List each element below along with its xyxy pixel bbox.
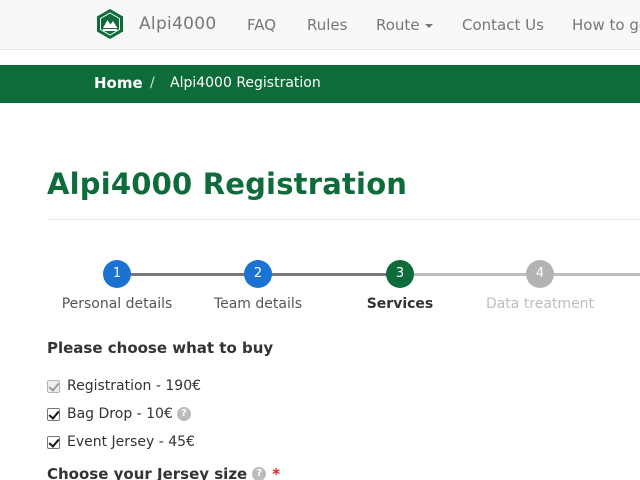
step-3-circle[interactable]: 3 <box>386 260 414 288</box>
registration-checkbox <box>47 379 60 393</box>
alpi4000-logo-icon <box>97 9 123 39</box>
option-registration: Registration - 190€ <box>47 377 201 395</box>
jersey-size-help-icon[interactable]: ? <box>252 467 267 480</box>
page-title: Alpi4000 Registration <box>47 167 408 201</box>
required-marker: * <box>272 465 281 480</box>
bag-drop-label[interactable]: Bag Drop - 10€ <box>67 406 173 422</box>
breadcrumb-home-link[interactable]: Home <box>94 74 143 92</box>
nav-rules[interactable]: Rules <box>307 16 347 34</box>
step-3-label: Services <box>366 296 434 312</box>
top-navbar: Alpi4000 FAQ Rules Route Contact Us How … <box>0 0 640 50</box>
step-2-label: Team details <box>213 296 303 312</box>
bag-drop-help-icon[interactable]: ? <box>176 407 191 421</box>
option-event-jersey[interactable]: Event Jersey - 45€ <box>47 433 195 451</box>
event-jersey-checkbox[interactable] <box>47 435 60 449</box>
nav-contact-us[interactable]: Contact Us <box>462 16 544 34</box>
step-connector-1-2 <box>117 273 258 276</box>
option-bag-drop[interactable]: Bag Drop - 10€ ? <box>47 405 191 423</box>
registration-label: Registration - 190€ <box>67 378 202 394</box>
step-connector-2-3 <box>258 273 400 276</box>
buy-options-heading: Please choose what to buy <box>47 339 274 357</box>
brand-name: Alpi4000 <box>139 14 217 34</box>
step-4-label: Data treatment <box>485 296 595 312</box>
nav-route-dropdown[interactable]: Route <box>376 16 433 34</box>
step-connector-3-4 <box>400 273 540 276</box>
step-1-circle[interactable]: 1 <box>103 260 131 288</box>
nav-faq[interactable]: FAQ <box>247 16 276 34</box>
caret-down-icon <box>424 23 433 28</box>
bag-drop-checkbox[interactable] <box>47 407 60 421</box>
step-2-circle[interactable]: 2 <box>244 260 272 288</box>
jersey-size-heading: Choose your Jersey size <box>47 465 248 480</box>
step-connector-4-5 <box>540 273 640 276</box>
title-divider <box>47 219 640 220</box>
breadcrumb: Home / Alpi4000 Registration <box>0 65 640 103</box>
jersey-size-heading-row: Choose your Jersey size ? * <box>47 465 280 480</box>
breadcrumb-current: Alpi4000 Registration <box>170 75 321 91</box>
nav-how-to[interactable]: How to ge <box>572 16 640 34</box>
step-1-label: Personal details <box>61 296 173 312</box>
nav-route-label: Route <box>376 16 420 34</box>
brand-link[interactable]: Alpi4000 <box>95 8 217 40</box>
breadcrumb-separator: / <box>150 75 155 91</box>
step-4-circle[interactable]: 4 <box>526 260 554 288</box>
event-jersey-label[interactable]: Event Jersey - 45€ <box>67 434 195 450</box>
